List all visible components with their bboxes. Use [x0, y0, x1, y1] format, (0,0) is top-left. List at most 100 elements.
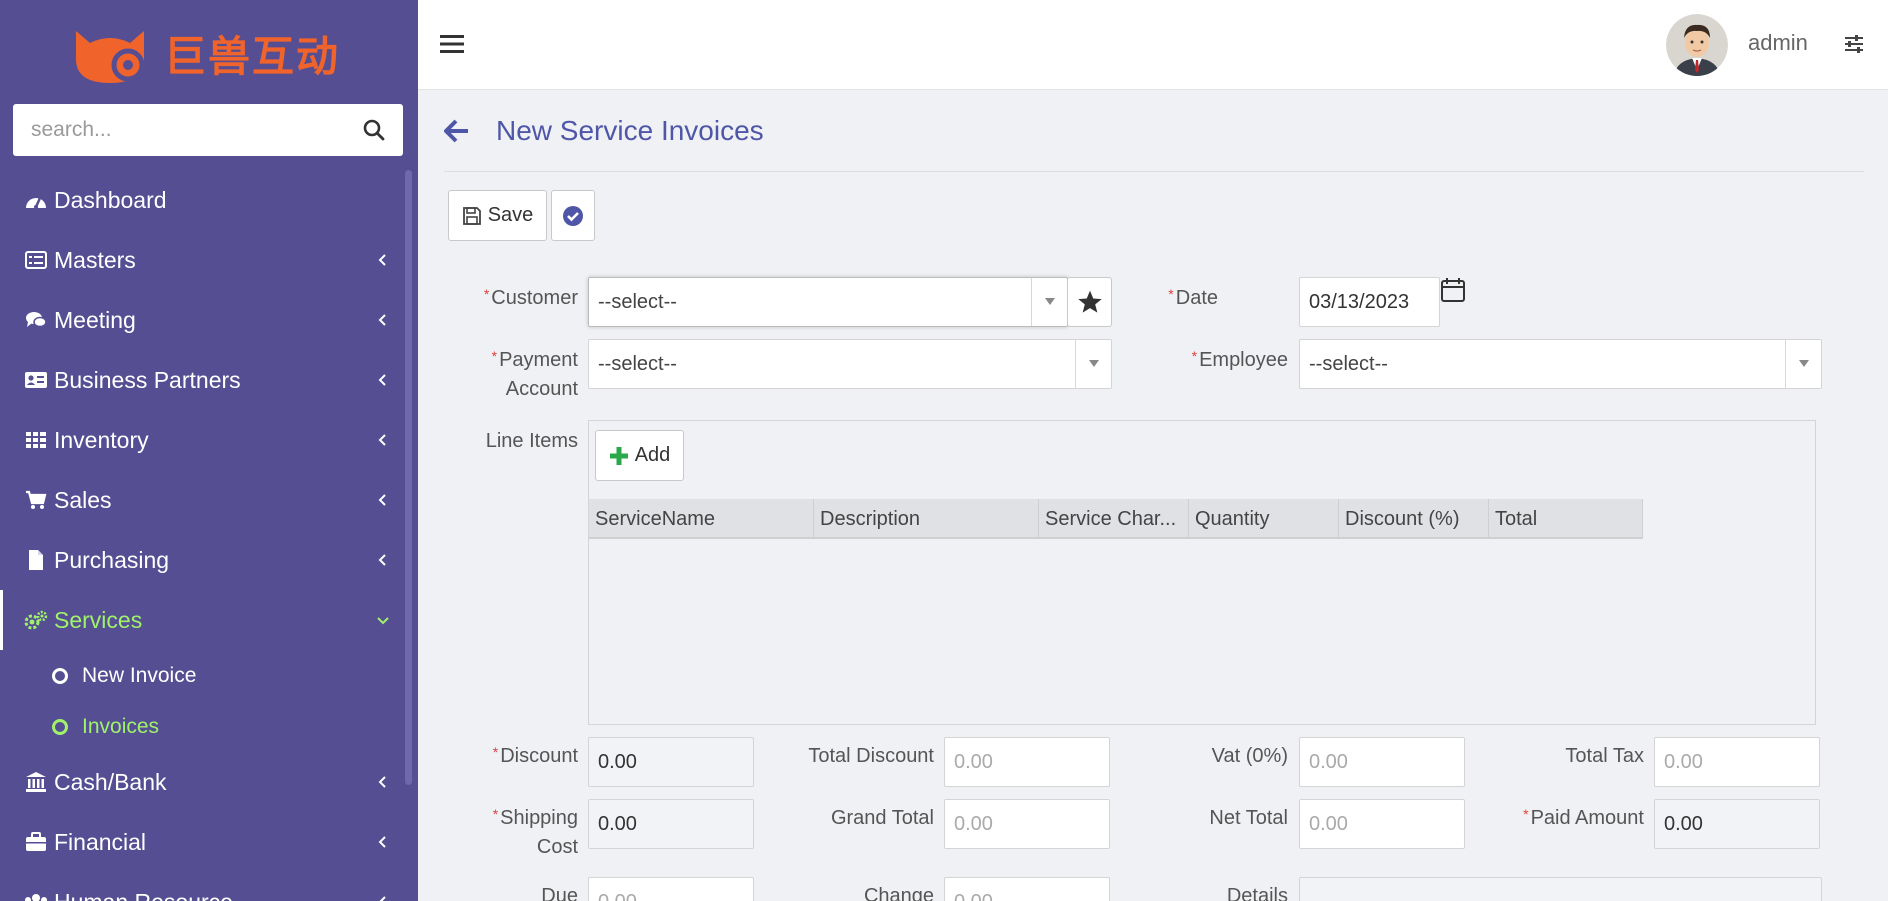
avatar[interactable] — [1666, 14, 1728, 76]
user-name[interactable]: admin — [1748, 30, 1808, 56]
search-box — [13, 104, 403, 156]
vat-input[interactable]: 0.00 — [1299, 737, 1465, 787]
sidebar-subitem-label: Invoices — [82, 714, 160, 738]
grid-header: ServiceName Description Service Char... … — [589, 499, 1643, 539]
add-button-label: Add — [634, 444, 671, 466]
sidebar-item-sales[interactable]: Sales — [0, 470, 418, 530]
star-icon — [1077, 290, 1102, 313]
search-input[interactable] — [31, 118, 363, 142]
favorite-customer-button[interactable] — [1067, 277, 1112, 327]
sidebar-subitem-invoices[interactable]: Invoices — [0, 701, 418, 752]
circle-icon — [52, 718, 68, 735]
arrow-left-icon[interactable] — [444, 118, 470, 144]
search-icon[interactable] — [363, 119, 385, 141]
column-header[interactable]: Description — [814, 499, 1039, 539]
date-label: * Date — [1168, 286, 1218, 309]
sidebar-item-business-partners[interactable]: Business Partners — [0, 350, 418, 410]
details-input[interactable] — [1299, 877, 1822, 901]
paid-amount-input[interactable]: 0.00 — [1654, 799, 1820, 849]
dropdown-caret-icon — [1075, 340, 1111, 388]
chevron-left-icon — [378, 776, 386, 788]
dropdown-caret-icon — [1031, 278, 1067, 326]
date-input[interactable]: 03/13/2023 — [1299, 277, 1440, 327]
main-content: New Service Invoices Save * Customer --se… — [418, 90, 1888, 901]
page-title: New Service Invoices — [496, 114, 764, 146]
employee-label: * Employee — [1191, 348, 1288, 371]
sidebar-item-label: Cash/Bank — [54, 768, 167, 795]
sidebar-item-purchasing[interactable]: Purchasing — [0, 530, 418, 590]
sidebar-item-label: Masters — [54, 246, 136, 273]
cart-icon — [24, 488, 48, 512]
grand-total-label: Grand Total — [830, 807, 934, 829]
bank-icon — [24, 770, 48, 794]
sidebar-item-label: Meeting — [54, 306, 136, 333]
customer-select[interactable]: --select-- — [588, 277, 1068, 327]
sidebar-item-label: Inventory — [54, 426, 149, 453]
column-header[interactable]: Quantity — [1189, 499, 1339, 539]
customer-select-value: --select-- — [598, 290, 677, 313]
grid-icon — [24, 428, 48, 452]
sidebar-item-cash-bank[interactable]: Cash/Bank — [0, 752, 418, 812]
chevron-left-icon — [378, 554, 386, 566]
chevron-left-icon — [378, 434, 386, 446]
sliders-icon[interactable] — [1843, 33, 1865, 55]
brand-logo[interactable]: 巨兽互动 — [70, 18, 340, 88]
sidebar-item-label: Purchasing — [54, 546, 170, 573]
cat-logo-icon — [76, 31, 145, 83]
sidebar-item-inventory[interactable]: Inventory — [0, 410, 418, 470]
sidebar-item-label: Financial — [54, 828, 147, 855]
save-button[interactable]: Save — [448, 190, 547, 241]
grand-total-input[interactable]: 0.00 — [944, 799, 1110, 849]
save-button-label: Save — [487, 204, 534, 226]
column-header[interactable]: Discount (%) — [1339, 499, 1489, 539]
chevron-left-icon — [378, 314, 386, 326]
customer-label: * Customer — [483, 286, 578, 309]
file-icon — [24, 548, 48, 572]
top-bar: admin — [418, 0, 1888, 90]
users-icon — [24, 890, 48, 901]
confirm-button[interactable] — [551, 190, 595, 241]
line-items-grid: Add ServiceName Description Service Char… — [588, 420, 1816, 725]
sidebar-item-masters[interactable]: Masters — [0, 230, 418, 290]
sidebar-item-financial[interactable]: Financial — [0, 812, 418, 872]
hamburger-menu-icon[interactable] — [440, 33, 464, 55]
list-icon — [24, 248, 48, 272]
change-label: Change — [863, 885, 934, 901]
column-header[interactable]: Total — [1489, 499, 1643, 539]
payment-account-select[interactable]: --select-- — [588, 339, 1112, 389]
chevron-left-icon — [378, 374, 386, 386]
payment-account-label: * Payment Account — [491, 348, 578, 400]
cogs-icon — [24, 608, 48, 632]
sidebar-item-services[interactable]: Services — [0, 590, 418, 650]
details-label: Details — [1226, 885, 1288, 901]
sidebar-item-label: Human Resource — [54, 889, 233, 901]
change-input[interactable]: 0.00 — [944, 877, 1110, 901]
shipping-cost-input[interactable]: 0.00 — [588, 799, 754, 849]
net-total-input[interactable]: 0.00 — [1299, 799, 1465, 849]
payment-account-select-value: --select-- — [598, 352, 677, 375]
dashboard-icon — [24, 188, 48, 212]
sidebar-scrollbar[interactable] — [405, 170, 412, 785]
employee-select[interactable]: --select-- — [1299, 339, 1822, 389]
check-circle-icon — [563, 205, 583, 226]
total-tax-input[interactable]: 0.00 — [1654, 737, 1820, 787]
plus-icon — [609, 446, 628, 465]
sidebar-item-label: Sales — [54, 486, 112, 513]
sidebar: 巨兽互动 Dashboard Masters Meeting — [0, 0, 418, 901]
circle-icon — [52, 667, 68, 684]
sidebar-item-meeting[interactable]: Meeting — [0, 290, 418, 350]
sidebar-subitem-new-invoice[interactable]: New Invoice — [0, 650, 418, 701]
sidebar-item-label: Business Partners — [54, 366, 241, 393]
total-discount-input[interactable]: 0.00 — [944, 737, 1110, 787]
brand-name: 巨兽互动 — [164, 31, 341, 81]
net-total-label: Net Total — [1209, 807, 1288, 829]
due-input[interactable]: 0.00 — [588, 877, 754, 901]
sidebar-item-dashboard[interactable]: Dashboard — [0, 170, 418, 230]
sidebar-item-human-resource[interactable]: Human Resource — [0, 872, 418, 901]
calendar-icon[interactable] — [1440, 277, 1466, 303]
total-tax-label: Total Tax — [1565, 745, 1644, 767]
discount-input[interactable]: 0.00 — [588, 737, 754, 787]
column-header[interactable]: ServiceName — [589, 499, 814, 539]
column-header[interactable]: Service Char... — [1039, 499, 1189, 539]
add-line-item-button[interactable]: Add — [595, 430, 684, 481]
